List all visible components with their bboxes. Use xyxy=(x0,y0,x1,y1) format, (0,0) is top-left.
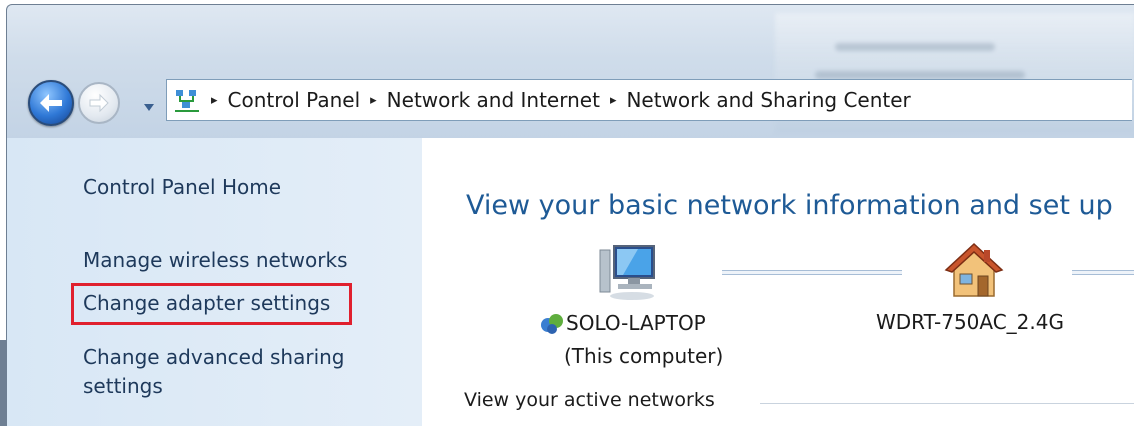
back-arrow-icon xyxy=(38,92,64,114)
forward-arrow-icon xyxy=(88,93,110,113)
back-button[interactable] xyxy=(28,80,74,126)
window-frame: ▸ Control Panel ▸ Network and Internet ▸… xyxy=(0,0,1134,426)
network-center-icon xyxy=(173,86,201,114)
active-networks-heading: View your active networks xyxy=(464,389,715,411)
forward-button[interactable] xyxy=(78,82,120,124)
address-bar[interactable]: ▸ Control Panel ▸ Network and Internet ▸… xyxy=(166,79,1132,121)
router-name: WDRT-750AC_2.4G xyxy=(876,310,1064,334)
change-advanced-sharing-link[interactable]: Change advanced sharing settings xyxy=(83,343,383,401)
computer-subtitle: (This computer) xyxy=(564,344,724,368)
network-globe-icon xyxy=(538,310,564,336)
window-left-edge xyxy=(0,340,6,426)
connection-line xyxy=(1072,270,1134,275)
breadcrumb-control-panel[interactable]: Control Panel xyxy=(228,88,361,112)
left-task-pane: Control Panel Home Manage wireless netwo… xyxy=(6,138,423,426)
breadcrumb-separator[interactable]: ▸ xyxy=(370,93,377,108)
chevron-down-icon xyxy=(144,97,154,116)
house-icon[interactable] xyxy=(944,242,1004,302)
adapter-settings-highlight xyxy=(71,283,352,325)
manage-wireless-networks-link[interactable]: Manage wireless networks xyxy=(83,248,348,272)
connection-line xyxy=(722,270,902,275)
main-content: View your basic network information and … xyxy=(422,138,1134,426)
computer-label: SOLO-LAPTOP xyxy=(538,310,706,336)
computer-name: SOLO-LAPTOP xyxy=(566,311,706,335)
breadcrumb-network-and-internet[interactable]: Network and Internet xyxy=(387,88,600,112)
computer-icon[interactable] xyxy=(598,244,660,302)
breadcrumb-network-sharing-center[interactable]: Network and Sharing Center xyxy=(626,88,910,112)
breadcrumb-separator[interactable]: ▸ xyxy=(610,93,617,108)
page-title: View your basic network information and … xyxy=(466,190,1113,221)
control-panel-home-link[interactable]: Control Panel Home xyxy=(83,175,281,199)
breadcrumb-separator[interactable]: ▸ xyxy=(211,93,218,108)
history-dropdown-button[interactable] xyxy=(144,97,154,111)
section-divider xyxy=(760,403,1134,404)
